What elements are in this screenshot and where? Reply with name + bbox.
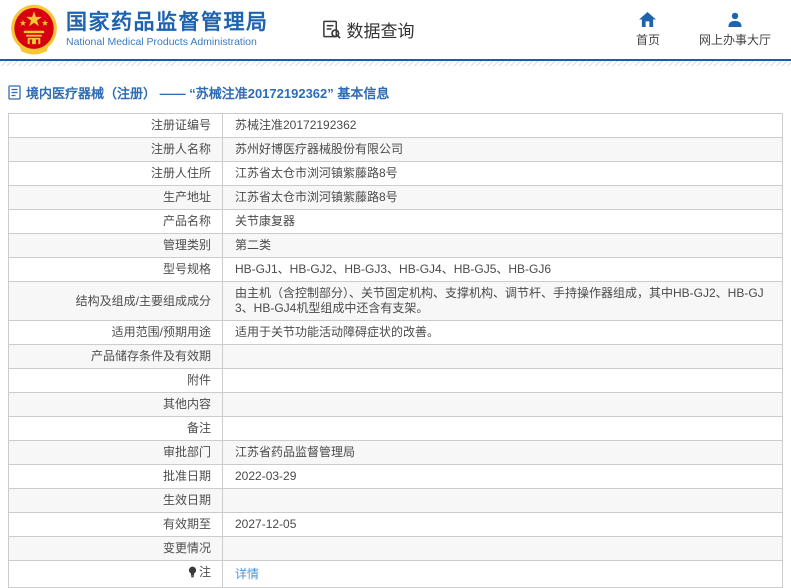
data-query-tab[interactable]: 数据查询 bbox=[321, 17, 415, 42]
row-value bbox=[222, 536, 783, 561]
nav-item-online-hall-label: 网上办事大厅 bbox=[698, 32, 771, 47]
table-row: 生效日期 bbox=[8, 488, 783, 513]
home-icon bbox=[639, 11, 657, 27]
table-row: 变更情况 bbox=[8, 536, 783, 561]
row-value: HB-GJ1、HB-GJ2、HB-GJ3、HB-GJ4、HB-GJ5、HB-GJ… bbox=[222, 257, 783, 282]
row-label: 生效日期 bbox=[162, 493, 211, 507]
table-row: 批准日期 2022-03-29 bbox=[8, 464, 783, 489]
table-row: 产品名称 关节康复器 bbox=[8, 209, 783, 234]
row-value bbox=[222, 368, 783, 393]
brand-titles: 国家药品监督管理局 National Medical Products Admi… bbox=[66, 10, 269, 49]
row-label: 注册人住所 bbox=[150, 166, 211, 180]
row-label: 备注 bbox=[186, 421, 211, 435]
row-value bbox=[222, 416, 783, 441]
row-value: 第二类 bbox=[222, 233, 783, 258]
row-value: 适用于关节功能活动障碍症状的改善。 bbox=[222, 320, 783, 345]
row-label: 有效期至 bbox=[162, 517, 211, 531]
row-label: 产品储存条件及有效期 bbox=[90, 349, 211, 363]
table-row: 注册证编号 苏械注准20172192362 bbox=[8, 113, 783, 138]
table-row: 有效期至 2027-12-05 bbox=[8, 512, 783, 537]
table-row: 注册人住所 江苏省太仓市浏河镇紫藤路8号 bbox=[8, 161, 783, 186]
table-row: 注册人名称 苏州好博医疗器械股份有限公司 bbox=[8, 137, 783, 162]
row-label: 结构及组成/主要组成成分 bbox=[75, 293, 211, 308]
row-value bbox=[222, 392, 783, 417]
row-label: 管理类别 bbox=[162, 238, 211, 252]
top-nav: 首页 网上办事大厅 bbox=[631, 11, 777, 48]
info-table-body: 注册证编号 苏械注准20172192362 注册人名称 苏州好博医疗器械股份有限… bbox=[8, 113, 783, 588]
row-value: 详情 bbox=[222, 560, 783, 588]
row-label: 附件 bbox=[186, 373, 211, 387]
row-label: 批准日期 bbox=[162, 469, 211, 483]
table-row: 结构及组成/主要组成成分 由主机（含控制部分）、关节固定机构、支撑机构、调节杆、… bbox=[8, 281, 783, 321]
table-row: 适用范围/预期用途 适用于关节功能活动障碍症状的改善。 bbox=[8, 320, 783, 345]
page-title-text: 境内医疗器械（注册） —— “苏械注准20172192362” 基本信息 bbox=[26, 86, 390, 101]
row-value: 2022-03-29 bbox=[222, 464, 783, 489]
hatch-divider bbox=[0, 61, 791, 66]
row-value: 由主机（含控制部分）、关节固定机构、支撑机构、调节杆、手持操作器组成，其中HB-… bbox=[222, 281, 783, 321]
row-label: 适用范围/预期用途 bbox=[111, 325, 211, 339]
row-value bbox=[222, 344, 783, 369]
row-label: 注册人名称 bbox=[150, 142, 211, 156]
table-row: 注 详情 bbox=[8, 560, 783, 588]
row-value: 江苏省药品监督管理局 bbox=[222, 440, 783, 465]
table-row: 其他内容 bbox=[8, 392, 783, 417]
row-label: 变更情况 bbox=[162, 541, 211, 555]
brand: 国家药品监督管理局 National Medical Products Admi… bbox=[10, 4, 269, 56]
row-value: 江苏省太仓市浏河镇紫藤路8号 bbox=[222, 161, 783, 186]
document-icon bbox=[8, 85, 21, 100]
national-emblem-icon bbox=[10, 4, 58, 56]
row-label: 审批部门 bbox=[162, 445, 211, 459]
row-value: 江苏省太仓市浏河镇紫藤路8号 bbox=[222, 185, 783, 210]
table-row: 型号规格 HB-GJ1、HB-GJ2、HB-GJ3、HB-GJ4、HB-GJ5、… bbox=[8, 257, 783, 282]
table-row: 备注 bbox=[8, 416, 783, 441]
org-name-zh: 国家药品监督管理局 bbox=[66, 11, 269, 34]
row-value: 苏州好博医疗器械股份有限公司 bbox=[222, 137, 783, 162]
row-label: 注册证编号 bbox=[150, 118, 211, 132]
table-row: 审批部门 江苏省药品监督管理局 bbox=[8, 440, 783, 465]
row-value: 苏械注准20172192362 bbox=[222, 113, 783, 138]
row-value: 关节康复器 bbox=[222, 209, 783, 234]
table-row: 管理类别 第二类 bbox=[8, 233, 783, 258]
row-label: 型号规格 bbox=[162, 262, 211, 276]
row-label: 生产地址 bbox=[162, 190, 211, 204]
row-value: 2027-12-05 bbox=[222, 512, 783, 537]
row-label: 产品名称 bbox=[162, 214, 211, 228]
nav-item-online-hall[interactable]: 网上办事大厅 bbox=[699, 12, 771, 48]
nav-item-home-label: 首页 bbox=[635, 32, 660, 47]
user-icon bbox=[727, 12, 743, 27]
page-title: 境内医疗器械（注册） —— “苏械注准20172192362” 基本信息 bbox=[8, 83, 783, 102]
table-row: 生产地址 江苏省太仓市浏河镇紫藤路8号 bbox=[8, 185, 783, 210]
org-name-en: National Medical Products Administration bbox=[66, 36, 257, 48]
doc-search-icon bbox=[321, 19, 342, 40]
nav-item-home[interactable]: 首页 bbox=[631, 11, 665, 48]
table-row: 产品储存条件及有效期 bbox=[8, 344, 783, 369]
detail-link[interactable]: 详情 bbox=[235, 567, 259, 581]
data-query-label: 数据查询 bbox=[346, 22, 415, 41]
table-row: 附件 bbox=[8, 368, 783, 393]
row-value bbox=[222, 488, 783, 513]
registration-info-table: 注册证编号 苏械注准20172192362 注册人名称 苏州好博医疗器械股份有限… bbox=[8, 113, 783, 588]
header: 国家药品监督管理局 National Medical Products Admi… bbox=[0, 0, 791, 61]
row-label: 其他内容 bbox=[162, 397, 211, 411]
